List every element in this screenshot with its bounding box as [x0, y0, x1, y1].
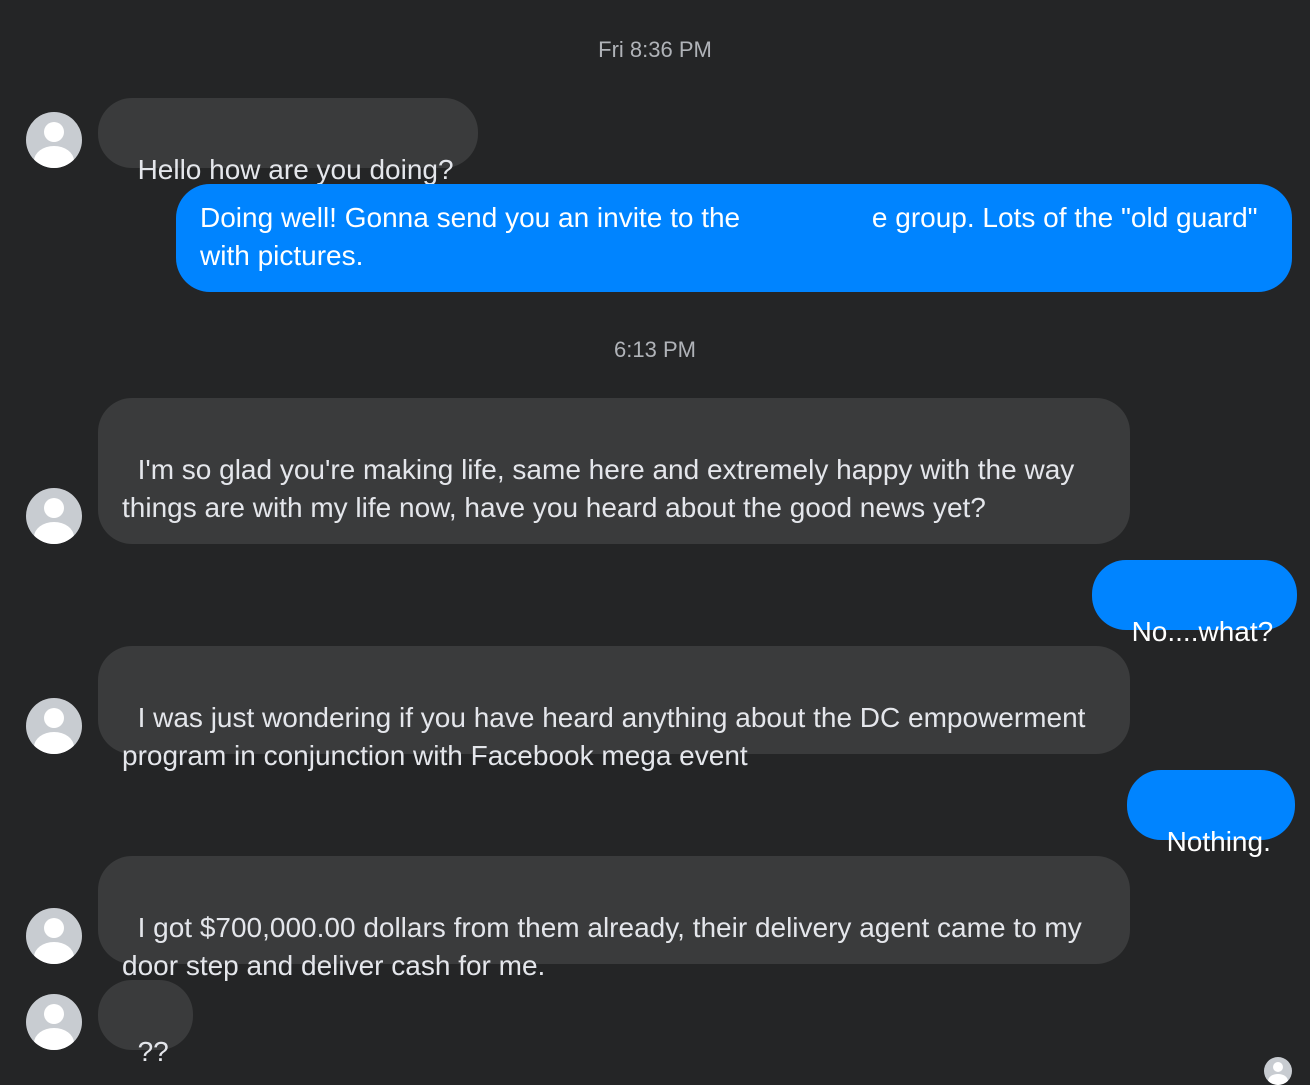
outgoing-message[interactable]: Nothing.	[1127, 770, 1295, 857]
message-text: Nothing.	[1166, 826, 1271, 857]
message-text: Hello how are you doing?	[137, 154, 454, 185]
message-text: I'm so glad you're making life, same her…	[122, 454, 1083, 523]
incoming-message[interactable]: I'm so glad you're making life, same her…	[98, 398, 1130, 544]
contact-avatar-icon[interactable]	[26, 698, 82, 754]
outgoing-message[interactable]: Doing well! Gonna send you an invite to …	[176, 184, 1292, 292]
message-text: No....what?	[1131, 616, 1274, 647]
timestamp-divider: 6:13 PM	[614, 337, 696, 362]
incoming-message[interactable]: ??	[98, 980, 193, 1067]
incoming-message[interactable]: Hello how are you doing?	[98, 98, 478, 185]
incoming-message[interactable]: I got $700,000.00 dollars from them alre…	[98, 856, 1130, 981]
message-text: I was just wondering if you have heard a…	[122, 702, 1094, 771]
contact-avatar-icon[interactable]	[26, 488, 82, 544]
message-text: ??	[137, 1036, 169, 1067]
message-text: Doing well! Gonna send you an invite to …	[200, 202, 748, 233]
redacted-text	[747, 204, 872, 235]
outgoing-message[interactable]: No....what?	[1092, 560, 1298, 647]
contact-avatar-icon[interactable]	[26, 908, 82, 964]
incoming-message[interactable]: I was just wondering if you have heard a…	[98, 646, 1130, 771]
message-text: I got $700,000.00 dollars from them alre…	[122, 912, 1090, 981]
read-receipt-avatar-icon	[1264, 1057, 1292, 1085]
contact-avatar-icon[interactable]	[26, 112, 82, 168]
contact-avatar-icon[interactable]	[26, 994, 82, 1050]
timestamp-divider: Fri 8:36 PM	[598, 37, 712, 62]
